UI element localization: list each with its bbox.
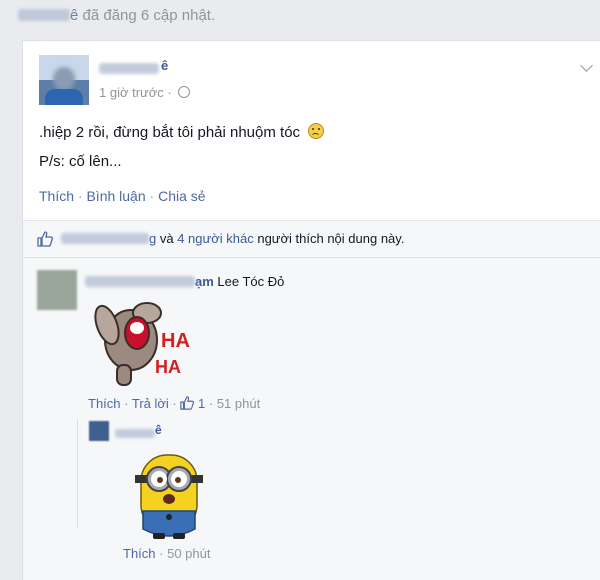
blurred-name (61, 233, 149, 244)
comment-link[interactable]: Bình luận (86, 188, 145, 204)
sad-emoji-icon (308, 123, 325, 139)
comment-text: Lee Tóc Đỏ (217, 274, 285, 289)
sticker-text-1: HA (161, 330, 190, 352)
post-card: ê 1 giờ trước · .hiệp 2 rồi, đừng bắt tô… (22, 40, 600, 580)
likes-summary: g và 4 người khác người thích nội dung n… (23, 221, 600, 258)
reply-thread-line (77, 419, 78, 529)
activity-header: ê đã đăng 6 cập nhật. (18, 6, 215, 26)
reply-like-link[interactable]: Thích (123, 546, 156, 561)
reply-link[interactable]: Trả lời (132, 396, 169, 411)
author-name-suffix: ê (161, 58, 169, 73)
comment-time[interactable]: 51 phút (217, 396, 260, 411)
blurred-name (85, 276, 195, 287)
reply-time[interactable]: 50 phút (167, 546, 210, 561)
reply-avatar[interactable] (89, 421, 109, 441)
author-avatar[interactable] (39, 55, 89, 105)
author-name[interactable]: ê (99, 58, 169, 75)
blurred-name (18, 9, 70, 21)
reply-name-suffix: ê (155, 423, 162, 437)
comment-actions: Thích · Trả lời · 1 · 51 phút (88, 396, 261, 411)
globe-icon[interactable] (178, 86, 191, 98)
minion-sticker (135, 454, 203, 539)
post-meta: 1 giờ trước · (99, 85, 191, 100)
post-actions: Thích · Bình luận · Chia sẻ (39, 188, 206, 204)
liker-name-suffix[interactable]: g (149, 231, 156, 246)
laughing-sticker: HA HA (94, 302, 190, 386)
like-link[interactable]: Thích (39, 188, 74, 204)
comment-avatar[interactable] (37, 270, 77, 310)
chevron-down-icon[interactable] (580, 59, 593, 72)
reply-author[interactable]: ê (115, 423, 171, 438)
post-time[interactable]: 1 giờ trước (99, 85, 164, 100)
comment-like-count[interactable]: 1 (198, 396, 205, 411)
comment-header: ạm Lee Tóc Đỏ (85, 274, 284, 289)
sticker-text-2: HA (155, 357, 181, 377)
commenter-name-suffix[interactable]: ạm (195, 274, 214, 289)
share-link[interactable]: Chia sẻ (158, 188, 205, 204)
thumbs-up-icon (37, 231, 53, 247)
likes-text: g và 4 người khác người thích nội dung n… (61, 231, 404, 246)
header-name-suffix: ê (70, 7, 79, 24)
post-text-line1: .hiệp 2 rồi, đừng bắt tôi phải nhuộm tóc (39, 123, 325, 141)
comment-like-link[interactable]: Thích (88, 396, 121, 411)
others-link[interactable]: 4 người khác (177, 231, 254, 246)
reply-actions: Thích · 50 phút (123, 546, 211, 561)
header-action-text: đã đăng 6 cập nhật. (82, 7, 216, 24)
thumbs-up-icon[interactable] (180, 396, 195, 410)
post-text-line2: P/s: cố lên... (39, 153, 122, 170)
